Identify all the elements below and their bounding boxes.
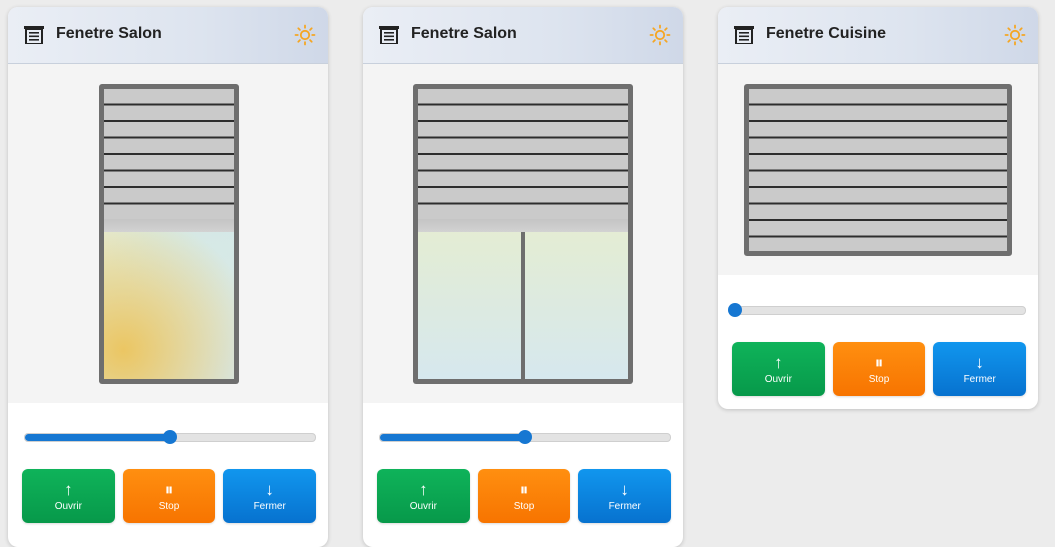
- sun-icon: [649, 24, 671, 46]
- stop-button[interactable]: ⏸ Stop: [122, 469, 216, 523]
- stop-button[interactable]: ⏸ Stop: [832, 342, 926, 396]
- window-frame: [413, 84, 633, 384]
- window-glass: [749, 89, 1007, 251]
- window-shutter-icon: [379, 26, 399, 44]
- position-slider[interactable]: [728, 303, 1026, 317]
- card-header: Fenetre Cuisine: [718, 7, 1038, 64]
- arrow-down-icon: ↓: [620, 479, 629, 499]
- window-frame: [99, 84, 239, 384]
- card-title: Fenetre Salon: [411, 25, 517, 42]
- open-button[interactable]: ↑ Ouvrir: [377, 469, 470, 523]
- window-glass: [418, 89, 628, 379]
- shutter-curtain: [418, 89, 628, 232]
- card-header: Fenetre Salon: [363, 7, 683, 64]
- arrow-up-icon: ↑: [774, 352, 783, 372]
- window-visual: [363, 64, 683, 403]
- window-visual: [8, 64, 328, 403]
- close-button[interactable]: ↓ Fermer: [578, 469, 672, 523]
- open-button[interactable]: ↑ Ouvrir: [732, 342, 825, 396]
- position-slider[interactable]: [379, 430, 671, 444]
- sun-icon: [1004, 24, 1026, 46]
- arrow-down-icon: ↓: [975, 352, 984, 372]
- window-shutter-icon: [734, 26, 754, 44]
- arrow-down-icon: ↓: [265, 479, 274, 499]
- position-slider[interactable]: [24, 430, 316, 444]
- window-frame: [744, 84, 1012, 256]
- card-title: Fenetre Salon: [56, 25, 162, 42]
- controls: ↑ Ouvrir ⏸ Stop ↓ Fermer: [8, 403, 328, 547]
- shutter-card-cuisine: Fenetre Cuisine ↑ Ouvrir ⏸ Stop ↓ Fermer: [718, 7, 1038, 409]
- close-button[interactable]: ↓ Fermer: [933, 342, 1027, 396]
- pause-icon: ⏸: [519, 479, 529, 499]
- arrow-up-icon: ↑: [64, 479, 73, 499]
- slider-knob[interactable]: [728, 303, 742, 317]
- slider-knob[interactable]: [163, 430, 177, 444]
- window-shutter-icon: [24, 26, 44, 44]
- shutter-curtain: [104, 89, 234, 232]
- window-glass: [104, 89, 234, 379]
- shutter-card-salon-1: Fenetre Salon ↑ Ouvrir ⏸ Stop ↓ Fermer: [8, 7, 328, 547]
- shutter-card-salon-2: Fenetre Salon ↑ Ouvrir ⏸ Stop ↓ Fermer: [363, 7, 683, 547]
- controls: ↑ Ouvrir ⏸ Stop ↓ Fermer: [718, 275, 1038, 409]
- arrow-up-icon: ↑: [419, 479, 428, 499]
- window-visual: [718, 64, 1038, 275]
- close-button[interactable]: ↓ Fermer: [223, 469, 317, 523]
- open-button[interactable]: ↑ Ouvrir: [22, 469, 115, 523]
- sun-icon: [294, 24, 316, 46]
- card-header: Fenetre Salon: [8, 7, 328, 64]
- shutter-curtain: [749, 89, 1007, 251]
- pause-icon: ⏸: [164, 479, 174, 499]
- controls: ↑ Ouvrir ⏸ Stop ↓ Fermer: [363, 403, 683, 547]
- stop-button[interactable]: ⏸ Stop: [477, 469, 571, 523]
- pause-icon: ⏸: [874, 352, 884, 372]
- card-title: Fenetre Cuisine: [766, 25, 887, 42]
- slider-knob[interactable]: [518, 430, 532, 444]
